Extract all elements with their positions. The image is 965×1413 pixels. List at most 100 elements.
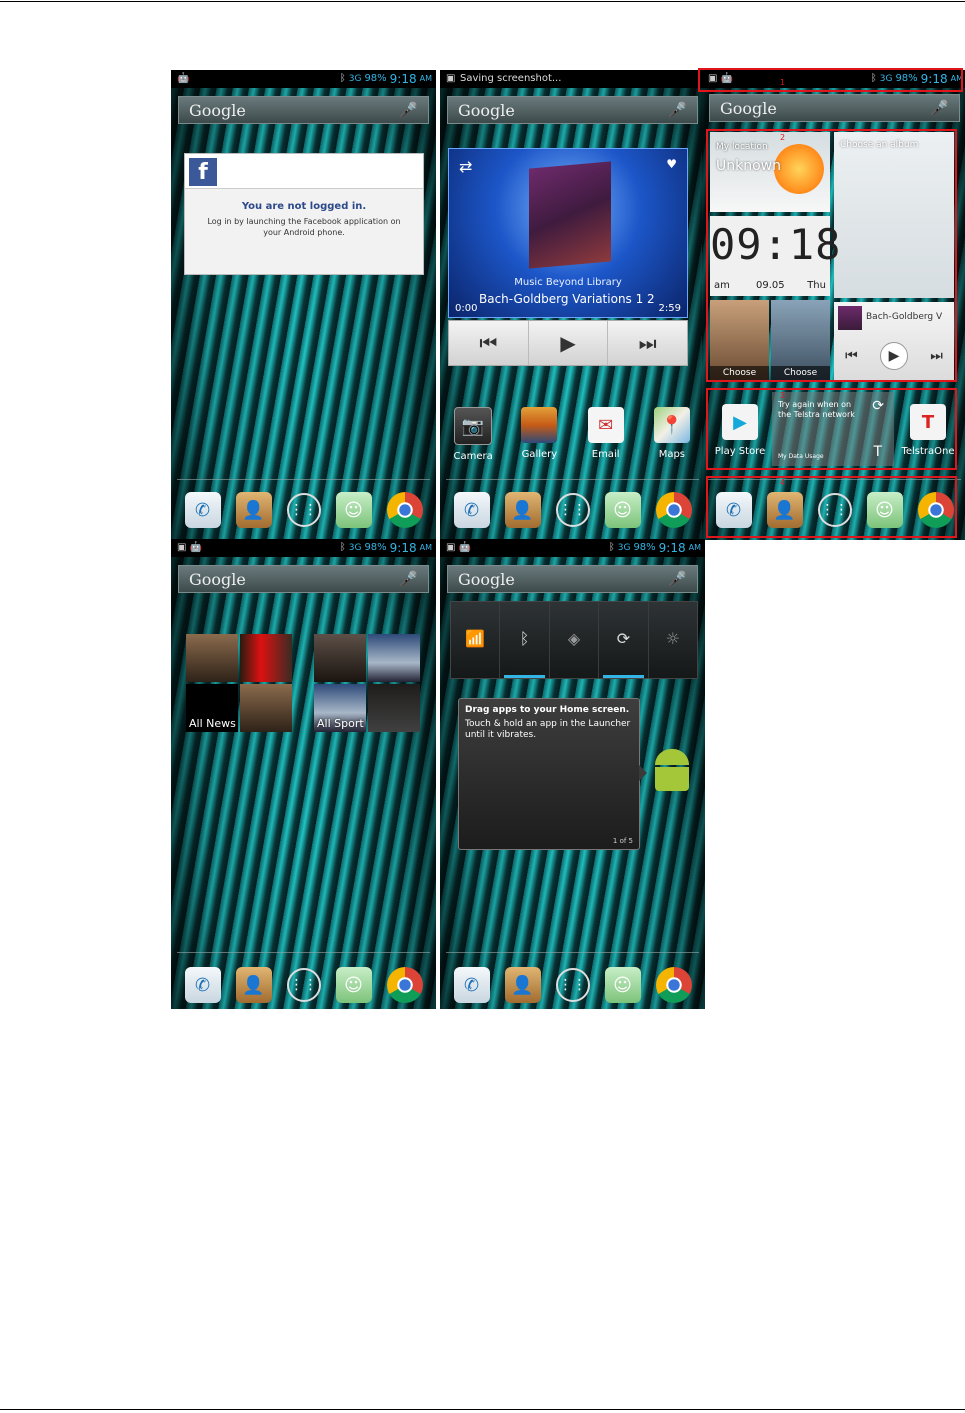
screenshot-icon: ▣ bbox=[446, 73, 456, 84]
battery-level: 98% bbox=[633, 542, 656, 553]
screenshot-icon: ▣ 🤖 bbox=[177, 542, 203, 553]
app-camera[interactable]: 📷 Camera bbox=[443, 407, 503, 462]
dock-divider bbox=[446, 479, 699, 480]
album-art bbox=[529, 161, 611, 269]
phone-icon[interactable]: ✆ bbox=[184, 492, 221, 528]
chrome-icon[interactable] bbox=[655, 967, 692, 1003]
screenshot-icon: ▣ 🤖 bbox=[446, 542, 472, 553]
contacts-icon[interactable]: 👤 bbox=[504, 967, 541, 1003]
app-drawer-icon[interactable]: ⋮⋮ bbox=[555, 968, 590, 1002]
app-drawer-icon[interactable]: ⋮⋮ bbox=[286, 493, 321, 527]
phone-icon[interactable]: ✆ bbox=[453, 492, 490, 528]
dock-divider bbox=[446, 952, 699, 953]
facebook-widget-header bbox=[185, 154, 423, 189]
dock: ✆ 👤 ⋮⋮ ☺ bbox=[171, 963, 436, 1007]
app-gallery[interactable]: Gallery bbox=[509, 407, 569, 462]
status-clock: 9:18 bbox=[389, 72, 417, 86]
android-mascot-icon bbox=[652, 749, 692, 799]
annotation-box-4 bbox=[706, 476, 957, 538]
phone-icon[interactable]: ✆ bbox=[453, 967, 490, 1003]
bluetooth-icon: ᛒ bbox=[339, 542, 346, 553]
tutorial-tooltip[interactable]: Drag apps to your Home screen. Touch & h… bbox=[458, 698, 647, 850]
app-maps[interactable]: 📍 Maps bbox=[642, 407, 702, 462]
chrome-icon[interactable] bbox=[655, 492, 692, 528]
signal-icon: 3G bbox=[348, 543, 362, 553]
sync-toggle-icon[interactable]: ⟳ bbox=[599, 602, 649, 678]
music-duration: 2:59 bbox=[658, 303, 681, 314]
sport-photo bbox=[368, 684, 420, 732]
google-label: Google bbox=[720, 99, 777, 118]
next-icon[interactable]: ⏭ bbox=[608, 321, 687, 365]
power-control-widget: 📶 ᛒ ◈ ⟳ ☼ bbox=[450, 601, 698, 679]
google-search-bar[interactable]: Google 🎤 bbox=[178, 565, 429, 593]
chrome-icon[interactable] bbox=[386, 967, 423, 1003]
android-head bbox=[655, 749, 689, 765]
gps-toggle-icon[interactable]: ◈ bbox=[550, 602, 600, 678]
messaging-icon[interactable]: ☺ bbox=[335, 492, 372, 528]
previous-icon[interactable]: ⏮ bbox=[449, 321, 529, 365]
home-screen-music: ▣ Saving screenshot... Google 🎤 ⇄ ♥ Musi… bbox=[440, 70, 705, 540]
google-label: Google bbox=[189, 101, 246, 120]
status-notice: Saving screenshot... bbox=[460, 73, 562, 84]
wifi-toggle-icon[interactable]: 📶 bbox=[451, 602, 501, 678]
brightness-toggle-icon[interactable]: ☼ bbox=[649, 602, 697, 678]
annotation-label-3: 3 bbox=[780, 391, 786, 400]
facebook-icon: f bbox=[189, 158, 217, 186]
favorite-icon[interactable]: ♥ bbox=[666, 157, 677, 171]
music-widget[interactable]: ⇄ ♥ Music Beyond Library Bach-Goldberg V… bbox=[448, 148, 688, 318]
google-label: Google bbox=[189, 570, 246, 589]
camera-icon: 📷 bbox=[454, 407, 493, 445]
status-ampm: AM bbox=[688, 543, 701, 552]
facebook-login-title: You are not logged in. bbox=[241, 201, 367, 212]
google-search-bar[interactable]: Google 🎤 bbox=[447, 565, 698, 593]
all-news-label: All News bbox=[189, 717, 236, 730]
microphone-icon[interactable]: 🎤 bbox=[930, 99, 949, 117]
google-label: Google bbox=[458, 570, 515, 589]
play-icon[interactable]: ▶ bbox=[529, 321, 609, 365]
dock: ✆ 👤 ⋮⋮ ☺ bbox=[171, 488, 436, 532]
microphone-icon[interactable]: 🎤 bbox=[668, 570, 687, 588]
messaging-icon[interactable]: ☺ bbox=[604, 967, 641, 1003]
facebook-login-message: Log in by launching the Facebook applica… bbox=[207, 217, 401, 237]
tutorial-page-indicator: 1 of 5 bbox=[612, 837, 633, 845]
facebook-widget[interactable]: f You are not logged in. Log in by launc… bbox=[184, 153, 424, 275]
page-top-rule bbox=[0, 1, 965, 2]
app-label: Gallery bbox=[521, 449, 558, 460]
chrome-icon[interactable] bbox=[386, 492, 423, 528]
phone-icon[interactable]: ✆ bbox=[184, 967, 221, 1003]
music-controls: ⏮ ▶ ⏭ bbox=[448, 320, 688, 366]
microphone-icon[interactable]: 🎤 bbox=[668, 101, 687, 119]
contacts-icon[interactable]: 👤 bbox=[504, 492, 541, 528]
google-search-bar[interactable]: Google 🎤 bbox=[178, 96, 429, 124]
bluetooth-toggle-icon[interactable]: ᛒ bbox=[500, 602, 550, 678]
news-photo bbox=[240, 684, 292, 732]
gallery-icon bbox=[521, 407, 558, 443]
microphone-icon[interactable]: 🎤 bbox=[399, 101, 418, 119]
news-photo bbox=[240, 634, 292, 682]
dock: ✆ 👤 ⋮⋮ ☺ bbox=[440, 963, 705, 1007]
google-search-bar[interactable]: Google 🎤 bbox=[447, 96, 698, 124]
status-ampm: AM bbox=[419, 74, 432, 83]
app-label: Camera bbox=[453, 451, 493, 462]
home-screen-news: ▣ 🤖 ᛒ 3G 98% 9:18 AM Google 🎤 All News A… bbox=[171, 539, 436, 1009]
app-email[interactable]: ✉ Email bbox=[576, 407, 636, 462]
app-drawer-icon[interactable]: ⋮⋮ bbox=[555, 493, 590, 527]
google-search-bar[interactable]: Google 🎤 bbox=[709, 94, 960, 122]
google-label: Google bbox=[458, 101, 515, 120]
annotation-label-2: 2 bbox=[780, 133, 786, 142]
sport-photo bbox=[314, 634, 366, 682]
battery-level: 98% bbox=[364, 542, 387, 553]
app-label: Email bbox=[591, 449, 620, 460]
messaging-icon[interactable]: ☺ bbox=[604, 492, 641, 528]
status-clock: 9:18 bbox=[658, 541, 686, 555]
music-elapsed: 0:00 bbox=[455, 303, 478, 314]
shuffle-icon[interactable]: ⇄ bbox=[459, 157, 472, 176]
annotation-box-2 bbox=[706, 129, 957, 382]
microphone-icon[interactable]: 🎤 bbox=[399, 570, 418, 588]
contacts-icon[interactable]: 👤 bbox=[235, 967, 272, 1003]
maps-icon: 📍 bbox=[653, 407, 690, 443]
app-drawer-icon[interactable]: ⋮⋮ bbox=[286, 968, 321, 1002]
contacts-icon[interactable]: 👤 bbox=[235, 492, 272, 528]
messaging-icon[interactable]: ☺ bbox=[335, 967, 372, 1003]
all-sport-label: All Sport bbox=[317, 717, 364, 730]
